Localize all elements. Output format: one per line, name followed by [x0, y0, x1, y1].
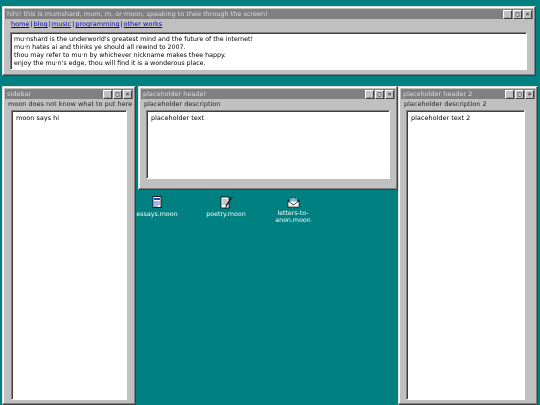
desktop-icon-label: poetry.moon: [206, 211, 246, 218]
sidebar-window: sidebar _ □ × moon does not know what to…: [2, 86, 136, 405]
placeholder-window-2-titlebar[interactable]: placeholder header 2 _ □ ×: [401, 89, 535, 99]
sidebar-window-title: sidebar: [7, 90, 32, 98]
intro-line: mu·nshard is the underworld's greatest m…: [14, 36, 254, 43]
placeholder-2-description: placeholder description 2: [404, 100, 487, 108]
sidebar-window-controls: _ □ ×: [103, 89, 132, 99]
intro-textbox: mu·nshard is the underworld's greatest m…: [10, 32, 527, 70]
placeholder-window-2-title: placeholder header 2: [403, 90, 473, 98]
maximize-button[interactable]: □: [515, 89, 524, 99]
nav-link-other-works[interactable]: other works: [124, 20, 163, 28]
placeholder-window-controls: _ □ ×: [365, 89, 394, 99]
maximize-button[interactable]: □: [513, 9, 522, 19]
desktop-icon-label: essays.moon: [136, 211, 178, 218]
notepad-pen-icon: [220, 196, 233, 209]
minimize-button[interactable]: _: [365, 89, 374, 99]
close-button[interactable]: ×: [123, 89, 132, 99]
placeholder-textbox: placeholder text: [146, 110, 390, 179]
placeholder-text: placeholder text: [151, 114, 205, 122]
close-button[interactable]: ×: [385, 89, 394, 99]
placeholder-window-2-controls: _ □ ×: [505, 89, 534, 99]
placeholder-window-2: placeholder header 2 _ □ × placeholder d…: [398, 86, 538, 405]
placeholder-window: placeholder header _ □ × placeholder des…: [138, 86, 398, 190]
document-icon: [152, 196, 162, 208]
intro-line: thou may refer to mu·n by whichever nick…: [14, 52, 226, 59]
sidebar-description: moon does not know what to put here: [8, 100, 133, 108]
header-window-controls: _ □ ×: [503, 9, 532, 19]
sidebar-textbox: moon says hi: [11, 110, 127, 400]
desktop-icon-essays[interactable]: essays.moon: [134, 196, 180, 218]
desktop-icon-label: letters-to-anon.moon: [275, 210, 311, 224]
header-window-title: hihi! this is mumshard, mum, m, or moon,…: [7, 10, 268, 18]
intro-line: mu·n hates ai and thinks ye should all r…: [14, 44, 186, 51]
nav-link-home[interactable]: home: [11, 20, 29, 28]
maximize-button[interactable]: □: [375, 89, 384, 99]
sidebar-window-titlebar[interactable]: sidebar _ □ ×: [5, 89, 133, 99]
intro-line: enjoy the mu·n's edge, thou will find it…: [14, 60, 206, 67]
placeholder-2-text: placeholder text 2: [411, 114, 471, 122]
maximize-button[interactable]: □: [113, 89, 122, 99]
desktop-icon-letters[interactable]: letters-to-anon.moon: [270, 196, 316, 224]
nav-link-blog[interactable]: blog: [34, 20, 48, 28]
minimize-button[interactable]: _: [505, 89, 514, 99]
close-button[interactable]: ×: [525, 89, 534, 99]
placeholder-window-title: placeholder header: [143, 90, 207, 98]
desktop-icon-poetry[interactable]: poetry.moon: [203, 196, 249, 218]
nav-link-music[interactable]: music: [52, 20, 71, 28]
header-window: hihi! this is mumshard, mum, m, or moon,…: [2, 6, 536, 76]
nav-bar: home|blog|music|programming|other works: [11, 20, 163, 28]
placeholder-description: placeholder description: [144, 100, 221, 108]
envelope-icon: [286, 196, 300, 208]
sidebar-text: moon says hi: [16, 114, 60, 122]
placeholder-2-textbox: placeholder text 2: [406, 110, 525, 400]
close-button[interactable]: ×: [523, 9, 532, 19]
minimize-button[interactable]: _: [103, 89, 112, 99]
minimize-button[interactable]: _: [503, 9, 512, 19]
placeholder-window-titlebar[interactable]: placeholder header _ □ ×: [141, 89, 395, 99]
nav-link-programming[interactable]: programming: [75, 20, 119, 28]
header-window-titlebar[interactable]: hihi! this is mumshard, mum, m, or moon,…: [5, 9, 533, 19]
